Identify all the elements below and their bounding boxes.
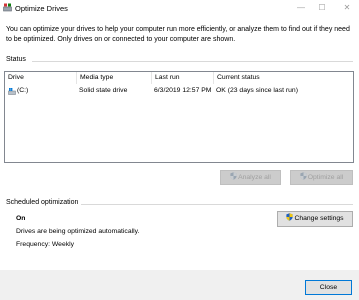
maximize-button[interactable]: ☐ bbox=[311, 0, 333, 16]
minimize-icon: — bbox=[297, 3, 305, 12]
column-header-current-status[interactable]: Current status bbox=[214, 72, 353, 84]
last-run-cell: 6/3/2019 12:57 PM bbox=[154, 87, 212, 94]
schedule-state: On bbox=[16, 215, 26, 222]
shield-icon bbox=[286, 213, 294, 221]
analyze-all-button[interactable]: Analyze all bbox=[220, 170, 281, 185]
scheduled-divider bbox=[81, 204, 353, 205]
windows-drive-icon bbox=[8, 88, 16, 95]
column-header-media-type[interactable]: Media type bbox=[77, 72, 151, 84]
maximize-icon: ☐ bbox=[318, 3, 326, 12]
close-icon: ✕ bbox=[343, 3, 351, 12]
shield-icon bbox=[230, 172, 237, 180]
intro-text: You can optimize your drives to help you… bbox=[6, 26, 350, 43]
schedule-description: Drives are being optimized automatically… bbox=[16, 228, 140, 235]
shield-icon bbox=[300, 172, 307, 180]
drive-list[interactable]: Drive Media type Last run Current status… bbox=[4, 71, 354, 163]
current-status-cell: OK (23 days since last run) bbox=[216, 87, 298, 94]
scheduled-section-label: Scheduled optimization bbox=[6, 199, 79, 206]
optimize-drives-icon bbox=[3, 3, 12, 12]
title-bar: Optimize Drives — ☐ ✕ bbox=[0, 0, 359, 16]
column-header-last-run[interactable]: Last run bbox=[152, 72, 213, 84]
media-type-cell: Solid state drive bbox=[79, 87, 128, 94]
drive-cell[interactable]: (C:) bbox=[17, 86, 28, 96]
window-title: Optimize Drives bbox=[15, 4, 68, 13]
status-divider bbox=[32, 61, 353, 62]
status-section-label: Status bbox=[6, 56, 26, 63]
close-window-button[interactable]: ✕ bbox=[336, 0, 358, 16]
footer: Close bbox=[0, 270, 359, 300]
schedule-frequency: Frequency: Weekly bbox=[16, 241, 75, 248]
analyze-all-label: Analyze all bbox=[238, 174, 271, 181]
column-header-drive[interactable]: Drive bbox=[5, 72, 76, 84]
change-settings-label: Change settings bbox=[294, 215, 344, 222]
minimize-button[interactable]: — bbox=[290, 0, 312, 16]
optimize-all-button[interactable]: Optimize all bbox=[290, 170, 353, 185]
change-settings-button[interactable]: Change settings bbox=[277, 211, 353, 227]
optimize-all-label: Optimize all bbox=[307, 174, 344, 181]
close-button[interactable]: Close bbox=[305, 280, 352, 295]
